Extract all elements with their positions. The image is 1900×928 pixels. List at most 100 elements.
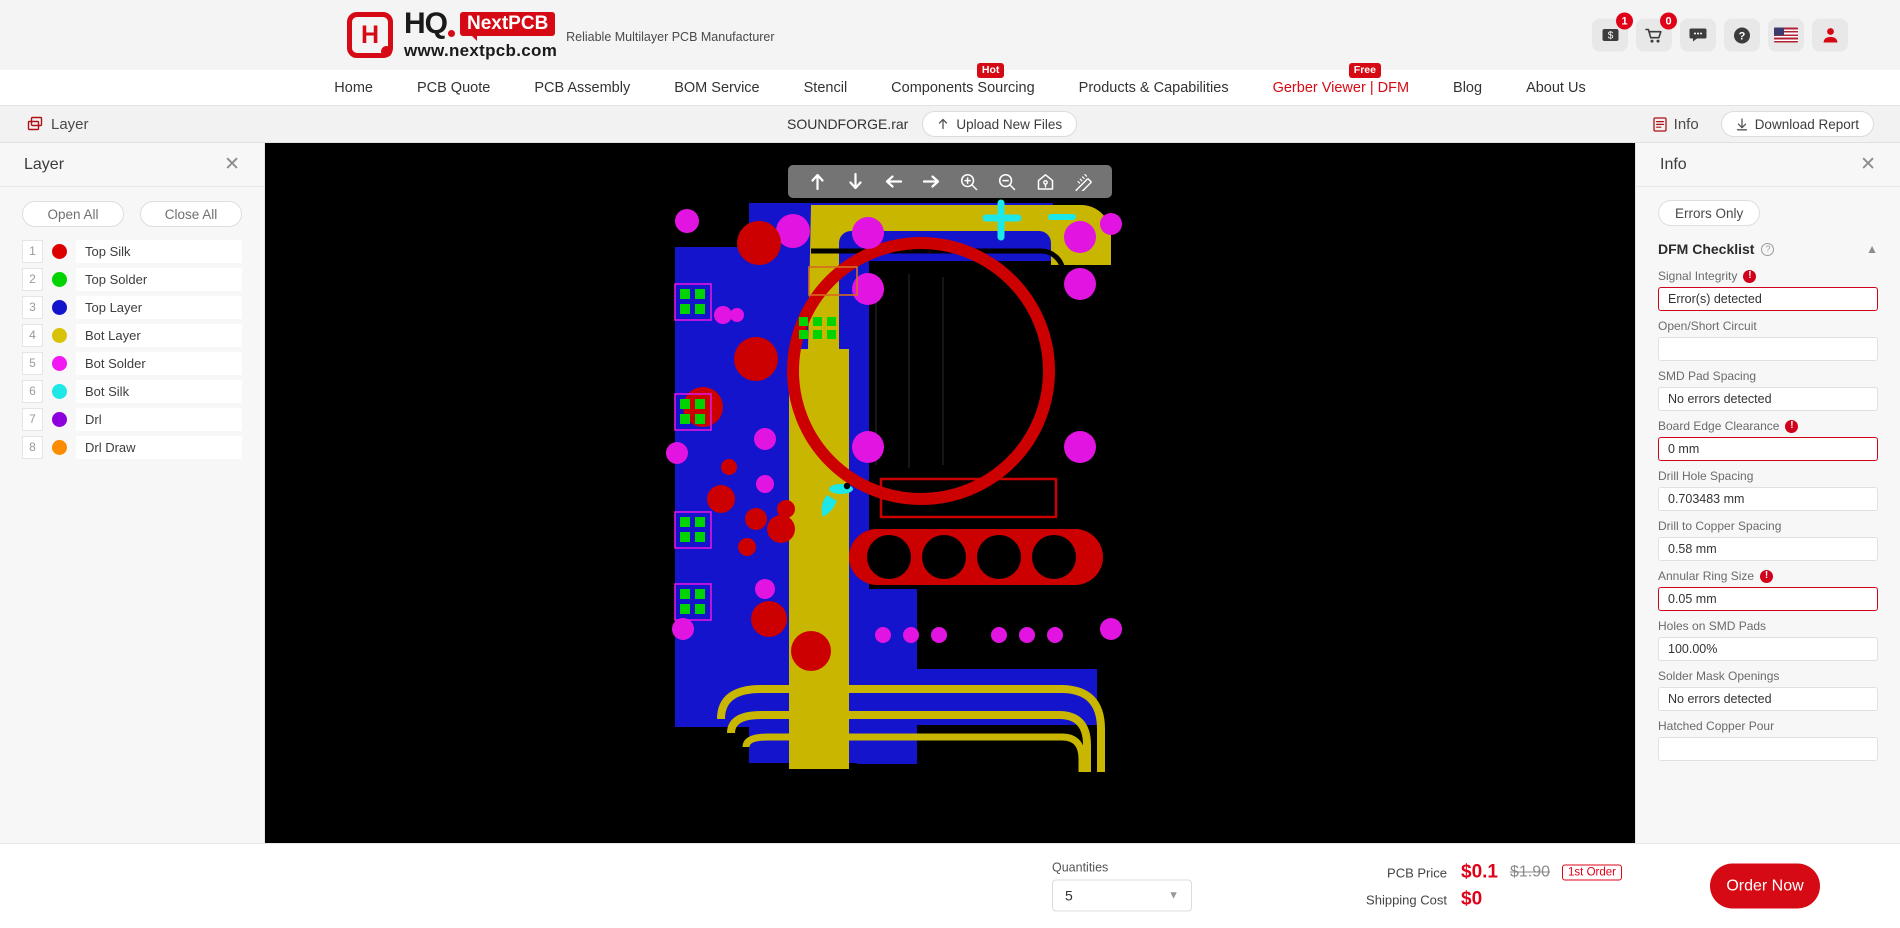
errors-only-button[interactable]: Errors Only (1658, 200, 1761, 226)
user-account-icon[interactable] (1812, 18, 1848, 52)
layer-name[interactable]: Bot Layer (76, 323, 242, 347)
logo-letter: H (360, 20, 380, 49)
dfm-item: Signal Integrity! Error(s) detected (1658, 269, 1878, 311)
order-now-button[interactable]: Order Now (1710, 863, 1820, 909)
layer-name[interactable]: Drl Draw (76, 435, 242, 459)
layer-row[interactable]: 7 Drl (22, 405, 242, 433)
nav-label: About Us (1526, 79, 1586, 96)
language-flag-icon[interactable] (1768, 18, 1804, 52)
home-reset-icon[interactable] (1026, 165, 1064, 198)
layer-name[interactable]: Top Silk (76, 239, 242, 263)
measure-ruler-icon[interactable] (1064, 165, 1102, 198)
pcb-price-original: $1.90 (1509, 863, 1551, 881)
dfm-item-value[interactable]: 0.703483 mm (1658, 487, 1878, 511)
pan-right-icon[interactable] (912, 165, 950, 198)
dfm-item: Drill Hole Spacing 0.703483 mm (1658, 469, 1878, 511)
nav-item-products-capabilities[interactable]: Products & Capabilities (1057, 80, 1251, 96)
layer-index: 1 (22, 239, 43, 263)
zoom-in-icon[interactable] (950, 165, 988, 198)
pcb-viewer[interactable] (265, 143, 1635, 843)
layer-row[interactable]: 4 Bot Layer (22, 321, 242, 349)
pcb-price-label: PCB Price (1387, 865, 1447, 880)
nav-item-bom-service[interactable]: BOM Service (652, 80, 781, 96)
quantity-block: Quantities 5 ▼ (1052, 861, 1192, 912)
dfm-item: Drill to Copper Spacing 0.58 mm (1658, 519, 1878, 561)
layer-color-swatch[interactable] (52, 243, 67, 259)
nav-item-stencil[interactable]: Stencil (782, 80, 870, 96)
dfm-item: Hatched Copper Pour (1658, 719, 1878, 761)
dfm-item-value[interactable] (1658, 337, 1878, 361)
nav-item-components-sourcing[interactable]: Components Sourcing Hot (869, 62, 1056, 96)
pcb-gerber-render[interactable] (661, 199, 1239, 811)
layer-index: 3 (22, 295, 43, 319)
zoom-out-icon[interactable] (988, 165, 1026, 198)
dfm-checklist-header: DFM Checklist ? ▲ (1658, 236, 1878, 262)
dfm-item-value[interactable]: 0.58 mm (1658, 537, 1878, 561)
dfm-checklist-title: DFM Checklist (1658, 241, 1755, 257)
coupon-icon[interactable]: $ 1 (1592, 12, 1633, 52)
layer-color-swatch[interactable] (52, 327, 67, 343)
layer-row[interactable]: 6 Bot Silk (22, 377, 242, 405)
nav-item-home[interactable]: Home (312, 80, 395, 96)
brand-url: www.nextpcb.com (404, 41, 558, 60)
brand-nextpcb-badge: NextPCB (460, 11, 556, 42)
close-all-button[interactable]: Close All (140, 201, 242, 227)
layer-row[interactable]: 8 Drl Draw (22, 433, 242, 461)
close-icon[interactable]: ✕ (224, 155, 240, 174)
dfm-item-value[interactable]: 0 mm (1658, 437, 1878, 461)
dfm-item-value[interactable]: 0.05 mm (1658, 587, 1878, 611)
dfm-item-label: Solder Mask Openings (1658, 669, 1780, 683)
layer-name[interactable]: Bot Solder (76, 351, 242, 375)
nav-item-pcb-assembly[interactable]: PCB Assembly (512, 80, 652, 96)
nav-item-pcb-quote[interactable]: PCB Quote (395, 80, 512, 96)
layer-row[interactable]: 1 Top Silk (22, 237, 242, 265)
nav-label: BOM Service (674, 79, 760, 96)
layer-name[interactable]: Bot Silk (76, 379, 242, 403)
layer-toggle-button[interactable]: Layer (27, 116, 89, 133)
nav-item-gerber-viewer-dfm[interactable]: Gerber Viewer | DFM Free (1251, 62, 1431, 96)
layer-name[interactable]: Drl (76, 407, 242, 431)
upload-new-files-button[interactable]: Upload New Files (922, 111, 1078, 137)
layer-color-swatch[interactable] (52, 299, 67, 315)
info-toggle-button[interactable]: Info (1653, 116, 1699, 133)
layer-list: 1 Top Silk 2 Top Solder 3 Top Layer 4 Bot Layer… (0, 237, 264, 461)
layer-color-swatch[interactable] (52, 271, 67, 287)
dfm-item: Open/Short Circuit (1658, 319, 1878, 361)
nav-item-blog[interactable]: Blog (1431, 80, 1504, 96)
layer-color-swatch[interactable] (52, 411, 67, 427)
chevron-up-icon[interactable]: ▲ (1866, 242, 1878, 256)
shipping-cost-value: $0 (1461, 888, 1483, 910)
hot-badge: Hot (976, 62, 1005, 79)
pan-up-icon[interactable] (798, 165, 836, 198)
layer-row[interactable]: 3 Top Layer (22, 293, 242, 321)
shipping-cost-row: Shipping Cost $0 (1355, 889, 1622, 911)
dfm-item-value[interactable]: 100.00% (1658, 637, 1878, 661)
document-icon (1653, 116, 1667, 132)
layer-row[interactable]: 5 Bot Solder (22, 349, 242, 377)
dfm-item-value[interactable]: No errors detected (1658, 687, 1878, 711)
shipping-cost-label: Shipping Cost (1366, 892, 1447, 907)
layer-name[interactable]: Top Layer (76, 295, 242, 319)
open-all-button[interactable]: Open All (22, 201, 124, 227)
close-icon[interactable]: ✕ (1860, 155, 1876, 174)
chat-icon[interactable] (1680, 18, 1716, 52)
dfm-item-value[interactable]: No errors detected (1658, 387, 1878, 411)
help-icon[interactable]: ? (1724, 18, 1760, 52)
cart-icon[interactable]: 0 (1636, 12, 1677, 52)
quantity-select[interactable]: 5 ▼ (1052, 879, 1192, 912)
nav-item-about-us[interactable]: About Us (1504, 80, 1608, 96)
download-report-button[interactable]: Download Report (1720, 111, 1874, 137)
dfm-item-value[interactable]: Error(s) detected (1658, 287, 1878, 311)
layer-name[interactable]: Top Solder (76, 267, 242, 291)
dfm-item-label: Hatched Copper Pour (1658, 719, 1775, 733)
layer-row[interactable]: 2 Top Solder (22, 265, 242, 293)
layer-color-swatch[interactable] (52, 383, 67, 399)
pan-left-icon[interactable] (874, 165, 912, 198)
help-circle-icon[interactable]: ? (1761, 242, 1775, 256)
layer-color-swatch[interactable] (52, 355, 67, 371)
pan-down-icon[interactable] (836, 165, 874, 198)
layer-color-swatch[interactable] (52, 439, 67, 455)
upload-label: Upload New Files (956, 116, 1063, 132)
dfm-item-value[interactable] (1658, 737, 1878, 761)
brand-logo[interactable]: H HQ NextPCB www.nextpcb.com Reliable Mu… (347, 9, 775, 61)
